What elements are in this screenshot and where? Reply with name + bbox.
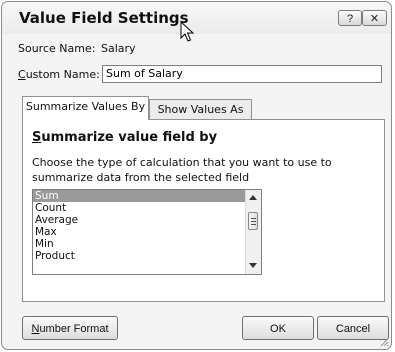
list-item-max[interactable]: Max [33,226,261,238]
thumb-grip-line [251,224,256,225]
list-item-min[interactable]: Min [33,238,261,250]
mouse-pointer-icon [180,21,195,42]
source-name-value: Salary [101,42,136,55]
help-button[interactable]: ? [338,10,362,26]
number-format-label-rest: umber Format [39,323,109,335]
summarize-heading: Summarize value field by [32,130,217,145]
ok-button[interactable]: OK [242,316,314,340]
thumb-grip-line [251,218,256,219]
title-bar: Value Field Settings ? ✕ [2,2,391,34]
tab-show-values-as[interactable]: Show Values As [149,99,252,120]
listbox-scrollbar[interactable] [245,190,261,274]
close-button[interactable]: ✕ [362,10,387,26]
tab-summarize-values-by[interactable]: Summarize Values By [22,96,149,120]
thumb-grip-line [251,221,256,222]
number-format-button[interactable]: Number Format [22,316,118,340]
value-field-settings-dialog: Value Field Settings ? ✕ Source Name: Sa… [1,1,392,350]
list-item-product[interactable]: Product [33,250,261,262]
custom-name-input[interactable]: Sum of Salary [102,65,382,83]
scroll-up-arrow-icon[interactable] [249,195,257,200]
custom-name-value: Sum of Salary [106,67,183,80]
resize-grip-icon[interactable] [379,337,389,347]
source-name-label: Source Name: [18,42,96,55]
summarize-description: Choose the type of calculation that you … [32,156,332,184]
list-item-average[interactable]: Average [33,214,261,226]
list-item-count[interactable]: Count [33,202,261,214]
scroll-thumb[interactable] [248,212,258,230]
list-item-sum[interactable]: Sum [33,190,245,202]
custom-name-mnemonic: C [18,68,26,81]
scroll-down-arrow-icon[interactable] [249,263,257,268]
dialog-title: Value Field Settings [19,9,189,27]
summarize-heading-rest: ummarize value field by [41,130,218,145]
custom-name-label: Custom Name: [18,68,100,81]
summarize-heading-mnemonic: S [32,130,42,145]
calculation-listbox[interactable]: Sum Count Average Max Min Product [32,189,262,275]
custom-name-label-rest: ustom Name: [25,68,100,81]
